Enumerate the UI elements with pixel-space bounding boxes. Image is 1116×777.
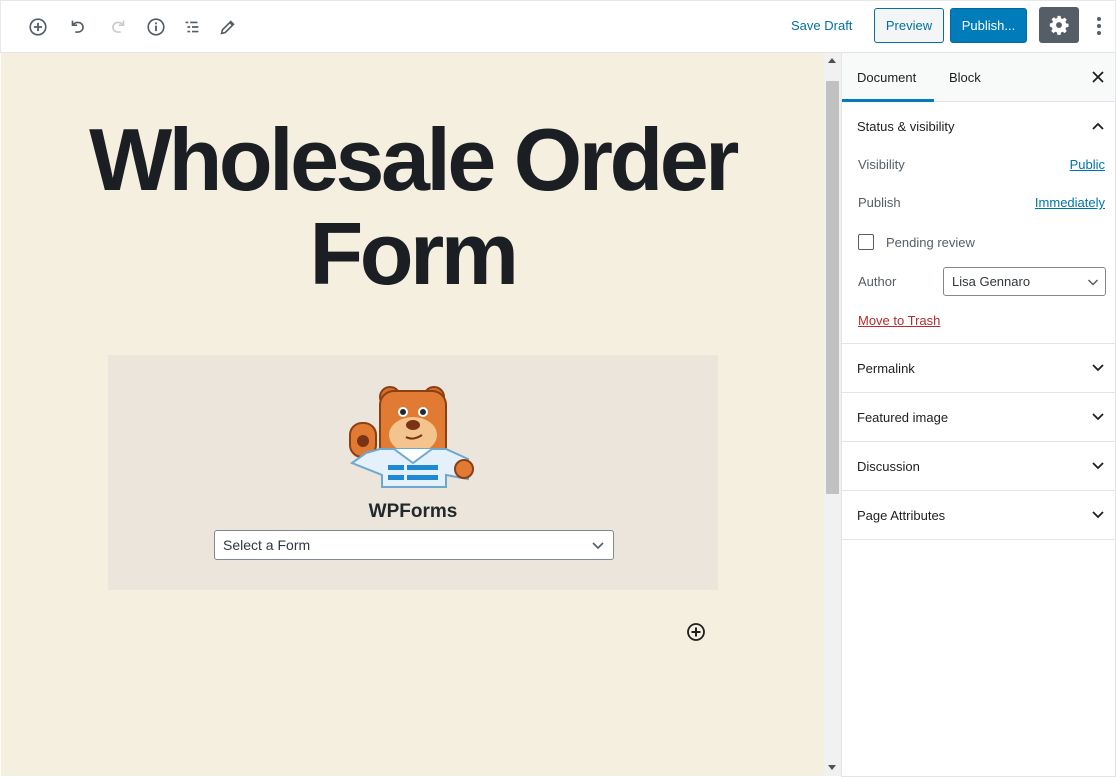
list-view-icon[interactable]: [178, 13, 206, 41]
publish-date-link[interactable]: Immediately: [1035, 195, 1105, 210]
save-draft-button[interactable]: Save Draft: [791, 18, 852, 33]
settings-sidebar: Document Block Status & visibility Visib…: [841, 53, 1116, 777]
scroll-down-arrow-icon[interactable]: [828, 765, 836, 770]
top-toolbar: Save Draft Preview Publish...: [0, 0, 1116, 53]
wpforms-block[interactable]: WPForms Select a Form: [108, 355, 718, 590]
chevron-down-icon: [1092, 462, 1104, 470]
info-icon[interactable]: [142, 13, 170, 41]
sidebar-tabs: Document Block: [842, 53, 1115, 102]
select-form-value: Select a Form: [223, 537, 311, 553]
gear-icon: [1049, 15, 1069, 35]
author-select[interactable]: Lisa Gennaro: [943, 267, 1106, 296]
settings-button[interactable]: [1039, 7, 1079, 43]
pending-review-checkbox[interactable]: [858, 234, 874, 250]
wpforms-block-title: WPForms: [368, 501, 458, 522]
scroll-up-arrow-icon[interactable]: [828, 58, 836, 63]
visibility-link[interactable]: Public: [1070, 157, 1105, 172]
discussion-toggle[interactable]: Discussion: [842, 442, 1115, 490]
discussion-panel: Discussion: [842, 442, 1115, 491]
chevron-down-icon: [1092, 413, 1104, 421]
panel-title: Permalink: [857, 360, 915, 376]
redo-icon[interactable]: [104, 13, 132, 41]
pending-review-label: Pending review: [886, 235, 975, 250]
publish-button[interactable]: Publish...: [950, 8, 1027, 43]
panel-title: Status & visibility: [857, 118, 955, 134]
edit-tools-icon[interactable]: [214, 13, 242, 41]
permalink-panel: Permalink: [842, 344, 1115, 393]
chevron-down-icon: [592, 542, 604, 550]
chevron-up-icon: [1092, 122, 1104, 130]
featured-image-panel: Featured image: [842, 393, 1115, 442]
post-title[interactable]: Wholesale Order Form: [1, 113, 824, 301]
page-attributes-panel: Page Attributes: [842, 491, 1115, 540]
preview-button[interactable]: Preview: [874, 8, 944, 43]
chevron-down-icon: [1087, 279, 1099, 286]
author-label: Author: [858, 274, 897, 289]
add-block-inline-icon[interactable]: [686, 622, 706, 642]
visibility-label: Visibility: [858, 157, 905, 172]
scroll-thumb[interactable]: [826, 81, 839, 494]
close-icon[interactable]: [1091, 70, 1105, 84]
chevron-down-icon: [1092, 511, 1104, 519]
editor-canvas[interactable]: Wholesale Order Form WPForms Select a Fo…: [1, 53, 824, 776]
status-visibility-panel: Status & visibility Visibility Public Pu…: [842, 102, 1115, 344]
publish-label: Publish: [858, 195, 901, 210]
tab-document[interactable]: Document: [842, 53, 934, 102]
chevron-down-icon: [1092, 364, 1104, 372]
panel-title: Featured image: [857, 409, 949, 425]
author-value: Lisa Gennaro: [952, 274, 1031, 289]
panel-title: Page Attributes: [857, 507, 946, 523]
more-options-button[interactable]: [1089, 13, 1109, 39]
featured-image-toggle[interactable]: Featured image: [842, 393, 1115, 441]
editor-scrollbar[interactable]: [824, 53, 841, 776]
status-visibility-toggle[interactable]: Status & visibility: [842, 102, 1115, 150]
more-vertical-icon: [1097, 17, 1101, 21]
undo-icon[interactable]: [64, 13, 92, 41]
select-form-dropdown[interactable]: Select a Form: [214, 530, 614, 560]
tab-block[interactable]: Block: [949, 53, 981, 102]
panel-title: Discussion: [857, 458, 920, 474]
add-block-icon[interactable]: [24, 13, 52, 41]
page-attributes-toggle[interactable]: Page Attributes: [842, 491, 1115, 539]
wpforms-bear-icon: [349, 386, 474, 488]
move-to-trash-link[interactable]: Move to Trash: [858, 313, 940, 328]
permalink-toggle[interactable]: Permalink: [842, 344, 1115, 392]
editor-app: Save Draft Preview Publish... Wholesale …: [0, 0, 1116, 777]
